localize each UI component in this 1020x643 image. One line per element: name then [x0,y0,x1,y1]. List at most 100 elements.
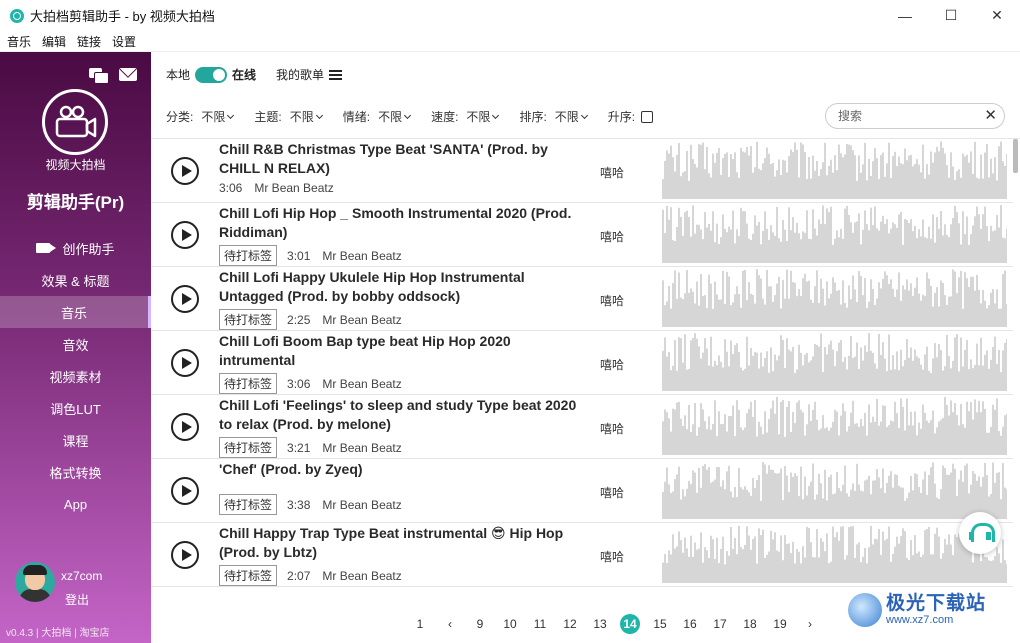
sidebar-item-courses[interactable]: 课程 [0,424,151,456]
sidebar-item-format-convert[interactable]: 格式转换 [0,456,151,488]
chevron-down-icon [492,111,500,120]
song-meta: 待打标签 3:01 Mr Bean Beatz [219,245,402,266]
waveform[interactable] [662,397,1007,455]
sidebar-item-video-assets[interactable]: 视频素材 [0,360,151,392]
song-mood: 嘻哈 [600,422,625,436]
page-number[interactable]: 12 [560,614,580,634]
next-page-button[interactable]: › [800,614,820,634]
online-label[interactable]: 在线 [232,66,256,83]
source-toggle[interactable] [195,66,228,83]
song-artist: Mr Bean Beatz [322,312,402,327]
my-playlist-link[interactable]: 我的歌单 [276,66,324,83]
list-icon[interactable] [329,69,343,80]
page-number[interactable]: 16 [680,614,700,634]
waveform[interactable] [662,141,1007,199]
page-number[interactable]: 13 [590,614,610,634]
list-item[interactable]: Chill Lofi Hip Hop _ Smooth Instrumental… [151,203,1013,267]
list-item[interactable]: Chill Happy Trap Type Beat 'Homer' Free … [151,587,1013,588]
ascending-checkbox[interactable] [641,110,654,123]
waveform[interactable] [662,525,1007,583]
page-number[interactable]: 17 [710,614,730,634]
song-meta: 待打标签 2:07 Mr Bean Beatz [219,565,402,586]
avatar[interactable] [15,562,55,602]
filter-sort[interactable]: 排序: 不限 [519,108,588,125]
sidebar-item-lut[interactable]: 调色LUT [0,392,151,424]
list-item[interactable]: Chill Happy Trap Type Beat instrumental … [151,523,1013,587]
play-icon[interactable] [171,413,199,441]
tag-badge[interactable]: 待打标签 [219,494,278,515]
list-item[interactable]: 'Chef' (Prod. by Zyeq) 待打标签 3:38 Mr Bean Be… [151,459,1013,523]
scrollbar[interactable] [1013,139,1018,588]
search-input[interactable] [838,109,978,123]
logout-link[interactable]: 登出 [65,591,89,608]
page-number[interactable]: 18 [740,614,760,634]
page-number[interactable]: 10 [500,614,520,634]
customer-support-button[interactable] [959,512,1001,554]
list-item[interactable]: Chill Lofi 'Feelings' to sleep and study… [151,395,1013,459]
filter-category[interactable]: 分类: 不限 [166,108,235,125]
song-duration: 2:25 [287,312,311,327]
song-duration: 2:07 [287,568,311,583]
song-artist: Mr Bean Beatz [322,248,402,263]
maximize-button[interactable]: ☐ [928,0,974,31]
tag-badge[interactable]: 待打标签 [219,245,278,266]
sidebar-item-sound-effects[interactable]: 音效 [0,328,151,360]
sidebar-item-creator[interactable]: 创作助手 [0,232,151,264]
main-panel: 本地 在线 我的歌单 分类: 不限 主题: 不限 情绪: 不限 速度: 不限 排序: 不限… [151,52,1020,643]
filter-speed[interactable]: 速度: 不限 [431,108,500,125]
tag-badge[interactable]: 待打标签 [219,309,278,330]
play-icon[interactable] [171,221,199,249]
chevron-down-icon [227,111,235,120]
tag-badge[interactable]: 待打标签 [219,565,278,586]
waveform[interactable] [662,461,1007,519]
list-item[interactable]: Chill Lofi Happy Ukulele Hip Hop Instrum… [151,267,1013,331]
list-item[interactable]: Chill R&B Christmas Type Beat 'SANTA' (P… [151,139,1013,203]
menu-link[interactable]: 链接 [77,33,101,50]
play-icon[interactable] [171,285,199,313]
menu-music[interactable]: 音乐 [7,33,31,50]
song-artist: Mr Bean Beatz [322,497,402,512]
menu-bar: 音乐 编辑 链接 设置 [0,31,1020,52]
waveform[interactable] [662,269,1007,327]
song-duration: 3:06 [287,376,311,391]
tag-badge[interactable]: 待打标签 [219,437,278,458]
mail-icon[interactable] [119,68,137,81]
page-number[interactable]: 9 [470,614,490,634]
clear-icon[interactable]: ✕ [984,108,997,124]
filter-mood[interactable]: 情绪: 不限 [343,108,412,125]
sidebar-item-music[interactable]: 音乐 [0,296,151,328]
tag-badge[interactable]: 待打标签 [219,373,278,394]
video-people-icon [55,105,97,138]
play-icon[interactable] [171,157,199,185]
sidebar-nav: 创作助手 效果 & 标题 音乐 音效 视频素材 调色LUT 课程 格式转换 Ap… [0,232,151,520]
play-icon[interactable] [171,477,199,505]
close-button[interactable]: ✕ [974,0,1020,31]
page-number[interactable]: 1 [410,614,430,634]
song-duration: 3:21 [287,440,311,455]
page-number[interactable]: 14 [620,614,640,634]
minimize-button[interactable]: — [882,0,928,31]
play-icon[interactable] [171,541,199,569]
scroll-thumb[interactable] [1013,139,1018,173]
chevron-down-icon [404,111,412,120]
filter-bar: 分类: 不限 主题: 不限 情绪: 不限 速度: 不限 排序: 不限 升序: [166,108,654,125]
local-label[interactable]: 本地 [166,66,190,83]
chat-icon[interactable] [89,68,109,84]
list-item[interactable]: Chill Lofi Boom Bap type beat Hip Hop 20… [151,331,1013,395]
page-number[interactable]: 19 [770,614,790,634]
app-logo-icon [10,8,24,23]
menu-settings[interactable]: 设置 [112,33,136,50]
song-duration: 3:01 [287,248,311,263]
song-artist: Mr Bean Beatz [322,568,402,583]
play-icon[interactable] [171,349,199,377]
sidebar-item-app[interactable]: App [0,488,151,520]
menu-edit[interactable]: 编辑 [42,33,66,50]
waveform[interactable] [662,333,1007,391]
filter-theme[interactable]: 主题: 不限 [254,108,323,125]
prev-page-button[interactable]: ‹ [440,614,460,634]
page-number[interactable]: 15 [650,614,670,634]
page-number[interactable]: 11 [530,614,550,634]
sidebar-item-effects[interactable]: 效果 & 标题 [0,264,151,296]
song-meta: 待打标签 3:21 Mr Bean Beatz [219,437,402,458]
waveform[interactable] [662,205,1007,263]
